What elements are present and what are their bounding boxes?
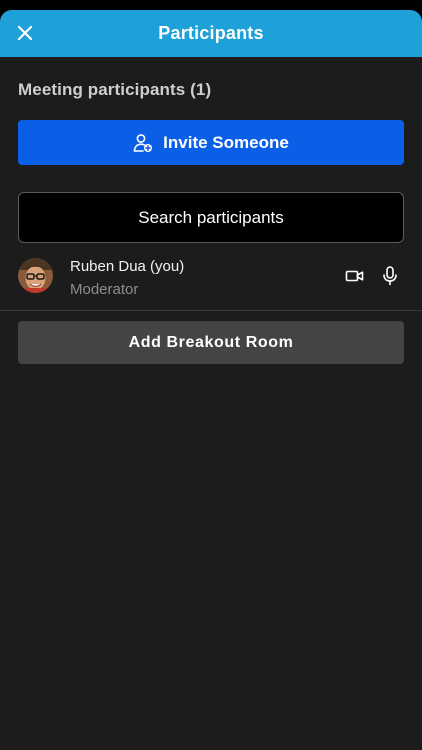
invite-button-label: Invite Someone xyxy=(163,132,289,152)
search-field[interactable] xyxy=(18,192,404,243)
close-icon xyxy=(17,25,33,41)
close-button[interactable] xyxy=(12,20,38,46)
participant-video-button[interactable] xyxy=(345,267,365,285)
microphone-icon xyxy=(383,266,397,286)
participant-role: Moderator xyxy=(70,281,139,298)
avatar xyxy=(18,258,53,293)
participants-panel: Participants Meeting participants (1) In… xyxy=(0,10,422,750)
search-input[interactable] xyxy=(19,206,403,229)
panel-header: Participants xyxy=(0,10,422,57)
participant-row[interactable]: Ruben Dua (you) Moderator xyxy=(0,250,422,308)
row-divider xyxy=(0,310,422,311)
add-breakout-room-button[interactable]: Add Breakout Room xyxy=(18,321,404,364)
invite-someone-button[interactable]: Invite Someone xyxy=(18,120,404,165)
participant-name: Ruben Dua (you) xyxy=(70,258,185,275)
breakout-button-label: Add Breakout Room xyxy=(128,333,294,351)
participant-mic-button[interactable] xyxy=(380,265,400,287)
app-screen: Participants Meeting participants (1) In… xyxy=(0,0,422,750)
panel-title: Participants xyxy=(158,23,264,43)
add-person-icon xyxy=(133,133,153,152)
participants-count-heading: Meeting participants (1) xyxy=(18,80,212,99)
video-camera-icon xyxy=(345,270,364,282)
